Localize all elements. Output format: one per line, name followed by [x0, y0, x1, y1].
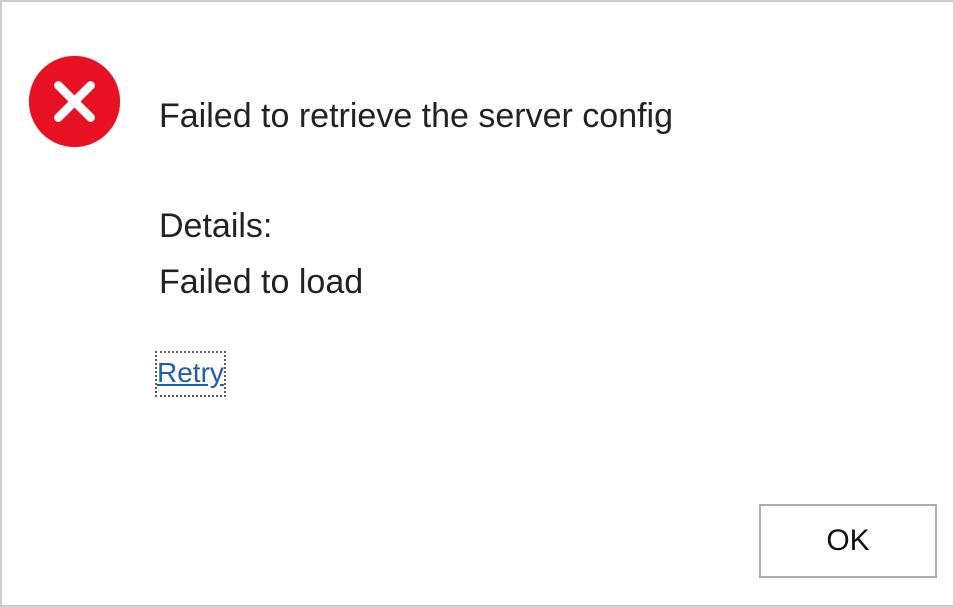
details-text: Failed to load [159, 263, 364, 301]
retry-link[interactable]: Retry [155, 351, 226, 397]
error-message: Failed to retrieve the server config [159, 97, 674, 135]
error-dialog: Failed to retrieve the server config Det… [0, 0, 953, 607]
details-label: Details: [159, 207, 273, 245]
error-icon [28, 55, 121, 148]
ok-button[interactable]: OK [759, 504, 937, 578]
